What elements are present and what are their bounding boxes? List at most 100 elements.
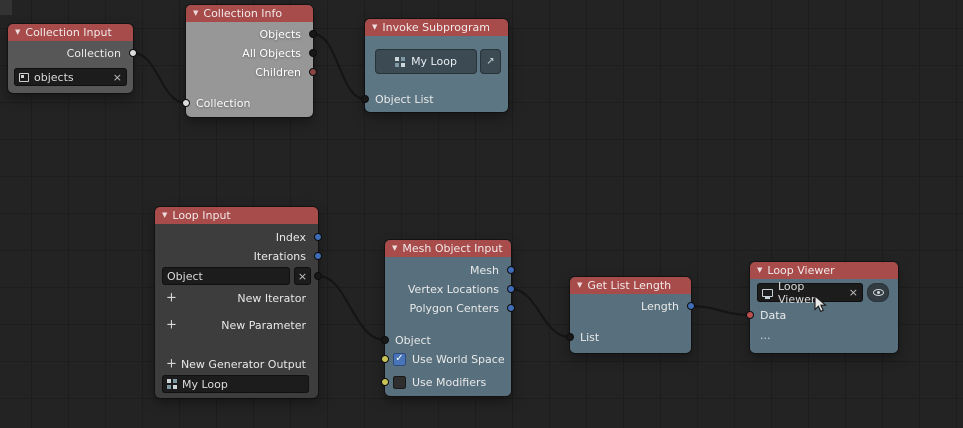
- checkbox-label: Use World Space: [412, 353, 505, 366]
- socket-label: Length: [641, 300, 679, 313]
- link-length-to-data[interactable]: [691, 306, 750, 315]
- input-row-object: Object: [385, 331, 511, 349]
- collapse-icon[interactable]: ▼: [372, 24, 377, 31]
- loop-name-field[interactable]: My Loop: [162, 375, 309, 393]
- subprogram-select-button[interactable]: My Loop: [375, 49, 477, 74]
- socket-use-modifiers-input[interactable]: [381, 378, 389, 386]
- clear-icon: ×: [298, 270, 307, 283]
- node-header[interactable]: ▼ Collection Info: [186, 5, 313, 22]
- socket-vertex-locations-output[interactable]: [507, 285, 515, 293]
- output-row-iterations: Iterations: [155, 247, 318, 265]
- loop-name-value: My Loop: [182, 378, 228, 391]
- output-row-objects: Objects: [186, 25, 313, 43]
- node-header[interactable]: ▼ Get List Length: [570, 277, 691, 294]
- socket-children-output[interactable]: [309, 68, 317, 76]
- viewer-visibility-button[interactable]: [867, 283, 889, 302]
- node-collection-input[interactable]: ▼ Collection Input Collection objects ×: [8, 24, 133, 93]
- collection-field-value: objects: [34, 71, 74, 84]
- link-vertexlocations-to-list[interactable]: [511, 289, 570, 337]
- node-header[interactable]: ▼ Invoke Subprogram: [365, 19, 508, 36]
- output-row-children: Children: [186, 63, 313, 81]
- plus-icon: +: [166, 319, 177, 332]
- socket-all-objects-output[interactable]: [309, 49, 317, 57]
- use-modifiers-checkbox[interactable]: [393, 376, 406, 389]
- socket-label: Polygon Centers: [410, 302, 499, 315]
- clear-icon[interactable]: ×: [113, 72, 122, 83]
- use-modifiers-row: Use Modifiers: [385, 373, 511, 391]
- use-world-space-checkbox[interactable]: ✓: [393, 353, 406, 366]
- input-row-collection: Collection: [186, 94, 313, 112]
- new-parameter-label: New Parameter: [221, 319, 306, 332]
- collapse-icon[interactable]: ▼: [757, 267, 762, 274]
- socket-object-input[interactable]: [381, 336, 389, 344]
- subprogram-button-label: My Loop: [411, 55, 457, 68]
- node-title: Mesh Object Input: [402, 242, 502, 255]
- socket-label: All Objects: [242, 47, 301, 60]
- socket-objects-output[interactable]: [309, 30, 317, 38]
- socket-mesh-output[interactable]: [507, 266, 515, 274]
- collection-icon: [19, 73, 29, 82]
- goto-subprogram-button[interactable]: ↗: [480, 49, 501, 74]
- remove-iterator-button[interactable]: ×: [294, 267, 311, 285]
- new-generator-output-label: New Generator Output: [181, 358, 306, 371]
- clear-icon[interactable]: ×: [849, 287, 858, 298]
- check-icon: ✓: [395, 354, 403, 364]
- collapse-icon[interactable]: ▼: [15, 29, 20, 36]
- node-title: Collection Input: [25, 26, 111, 39]
- node-title: Loop Input: [172, 209, 230, 222]
- node-mesh-object-input[interactable]: ▼ Mesh Object Input Mesh Vertex Location…: [385, 240, 511, 396]
- new-iterator-row[interactable]: + New Iterator: [155, 289, 318, 307]
- more-sockets-label: ...: [760, 329, 771, 342]
- new-generator-output-row[interactable]: + New Generator Output: [155, 355, 318, 373]
- node-title: Invoke Subprogram: [382, 21, 490, 34]
- iterator-name-field[interactable]: Object: [162, 267, 290, 285]
- new-parameter-row[interactable]: + New Parameter: [155, 316, 318, 334]
- link-object-to-mesh[interactable]: [318, 276, 385, 340]
- socket-length-output[interactable]: [687, 302, 695, 310]
- socket-label: Collection: [196, 97, 250, 110]
- collapse-icon[interactable]: ▼: [162, 212, 167, 219]
- plus-icon: +: [166, 358, 177, 371]
- monitor-icon: [762, 289, 773, 297]
- link-objects-to-invoke[interactable]: [313, 34, 365, 99]
- socket-polygon-centers-output[interactable]: [507, 304, 515, 312]
- socket-iterations-output[interactable]: [314, 252, 322, 260]
- socket-index-output[interactable]: [314, 233, 322, 241]
- viewer-name-value: Loop Viewer: [778, 280, 844, 306]
- goto-subprogram-icon: ↗: [486, 56, 494, 67]
- socket-object-iterator-output[interactable]: [314, 272, 322, 280]
- more-sockets-row[interactable]: ...: [750, 326, 898, 344]
- output-row-index: Index: [155, 228, 318, 246]
- link-collection-to-info[interactable]: [133, 53, 186, 103]
- socket-collection-input[interactable]: [182, 99, 190, 107]
- node-loop-input[interactable]: ▼ Loop Input Index Iterations Object × +…: [155, 207, 318, 398]
- subprogram-icon: [167, 379, 177, 389]
- subprogram-icon: [395, 57, 405, 67]
- node-editor-canvas[interactable]: ▼ Collection Input Collection objects × …: [0, 0, 963, 428]
- collection-picker-field[interactable]: objects ×: [14, 68, 127, 86]
- socket-use-world-space-input[interactable]: [381, 355, 389, 363]
- collapse-icon[interactable]: ▼: [577, 282, 582, 289]
- socket-data-input[interactable]: [746, 311, 754, 319]
- collapse-icon[interactable]: ▼: [392, 245, 397, 252]
- socket-collection-output[interactable]: [129, 49, 137, 57]
- node-invoke-subprogram[interactable]: ▼ Invoke Subprogram My Loop ↗ Object Lis…: [365, 19, 508, 112]
- node-collection-info[interactable]: ▼ Collection Info Objects All Objects Ch…: [186, 5, 313, 117]
- viewer-name-field[interactable]: Loop Viewer ×: [757, 283, 863, 302]
- output-row-mesh: Mesh: [385, 261, 511, 279]
- input-row-list: List: [570, 328, 691, 346]
- socket-label: Vertex Locations: [408, 283, 499, 296]
- node-header[interactable]: ▼ Loop Viewer: [750, 262, 898, 279]
- node-header[interactable]: ▼ Collection Input: [8, 24, 133, 41]
- node-header[interactable]: ▼ Loop Input: [155, 207, 318, 224]
- output-row-length: Length: [570, 297, 691, 315]
- node-get-list-length[interactable]: ▼ Get List Length Length List: [570, 277, 691, 353]
- socket-label: List: [580, 331, 599, 344]
- node-header[interactable]: ▼ Mesh Object Input: [385, 240, 511, 257]
- collapse-icon[interactable]: ▼: [193, 10, 198, 17]
- output-row-all-objects: All Objects: [186, 44, 313, 62]
- node-title: Get List Length: [587, 279, 671, 292]
- socket-list-input[interactable]: [566, 333, 574, 341]
- socket-label: Data: [760, 309, 786, 322]
- socket-object-list-input[interactable]: [361, 95, 369, 103]
